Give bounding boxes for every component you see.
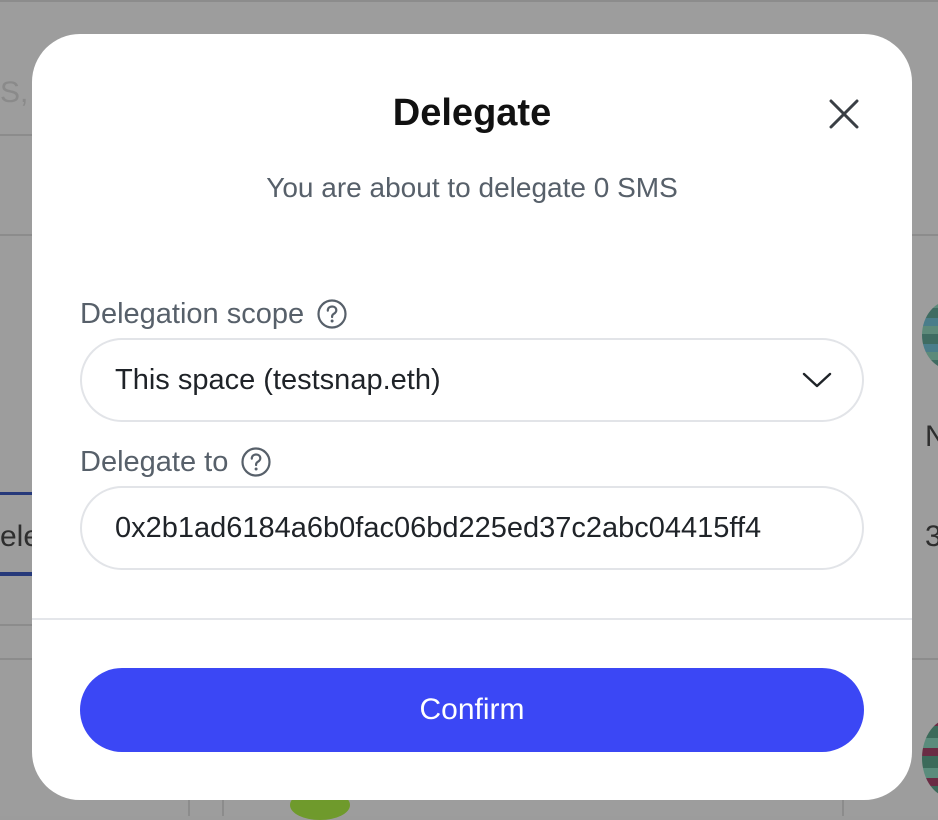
bg-card-count: 3 (925, 520, 938, 553)
delegate-to-label-row: Delegate to (80, 446, 272, 478)
question-circle-icon[interactable] (240, 446, 272, 478)
bg-divider (912, 234, 938, 236)
bg-active-tab-indicator (0, 492, 32, 495)
delegate-to-label: Delegate to (80, 445, 229, 478)
bg-divider (912, 658, 938, 660)
bg-active-tab-indicator (0, 572, 32, 576)
bg-search-placeholder: S, (0, 76, 29, 109)
confirm-button[interactable]: Confirm (80, 668, 864, 752)
bg-divider (0, 134, 32, 136)
close-button[interactable] (822, 92, 866, 136)
delegate-modal: Delegate You are about to delegate 0 SMS… (32, 34, 912, 800)
scope-label-row: Delegation scope (80, 298, 348, 330)
chevron-down-icon (802, 372, 832, 388)
question-circle-icon[interactable] (316, 298, 348, 330)
modal-subtitle: You are about to delegate 0 SMS (266, 172, 678, 203)
bg-divider (0, 658, 32, 660)
bg-card-name: N (925, 420, 938, 453)
delegate-address-input[interactable] (82, 490, 855, 566)
scope-select[interactable]: This space (testsnap.eth) (80, 338, 864, 422)
bg-avatar (922, 300, 938, 370)
close-icon (829, 99, 859, 129)
modal-divider (32, 618, 912, 620)
bg-avatar (922, 718, 938, 798)
bg-divider (0, 0, 938, 2)
bg-divider (0, 624, 32, 626)
bg-divider (222, 800, 224, 816)
bg-divider (0, 234, 32, 236)
bg-divider (188, 800, 190, 816)
bg-divider (842, 800, 844, 816)
delegate-to-field[interactable] (80, 486, 864, 570)
modal-title: Delegate (392, 92, 552, 134)
scope-label: Delegation scope (80, 297, 305, 330)
scope-select-value: This space (testsnap.eth) (115, 363, 441, 396)
